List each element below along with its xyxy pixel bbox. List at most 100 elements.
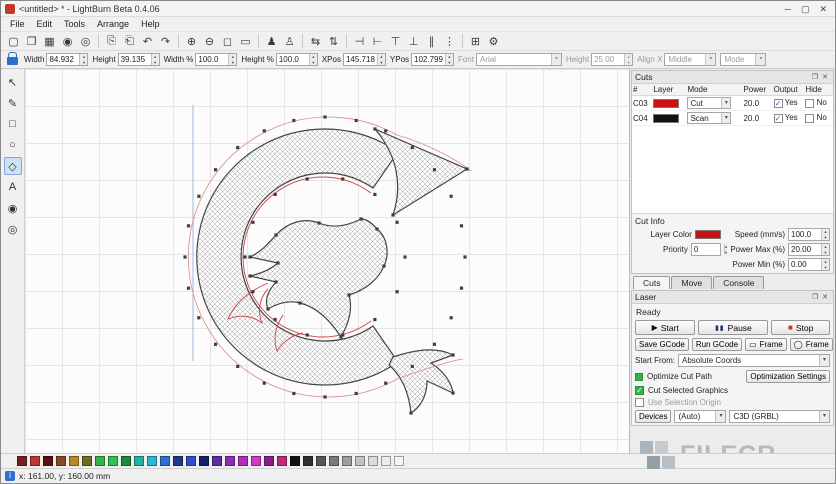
- text-mode-combo[interactable]: Mode▾: [720, 53, 766, 66]
- align-x-combo[interactable]: Middle▾: [664, 53, 716, 66]
- new-file-icon[interactable]: ▢: [5, 33, 22, 49]
- zoom-in-icon[interactable]: ⊕: [183, 33, 200, 49]
- export-icon[interactable]: ◎: [77, 33, 94, 49]
- align-top-icon[interactable]: ⊤: [387, 33, 404, 49]
- palette-swatch[interactable]: [381, 456, 391, 466]
- font-height-input[interactable]: 25.00 ▴▾: [591, 53, 633, 66]
- xpos-input[interactable]: 145.718▴▾: [343, 53, 386, 66]
- menu-tools[interactable]: Tools: [59, 18, 90, 30]
- frame-rect-button[interactable]: ▭Frame: [745, 338, 787, 351]
- distribute-horizontal-icon[interactable]: ∥: [423, 33, 440, 49]
- dragon-arrowhead[interactable]: [375, 129, 467, 215]
- power-max-input[interactable]: 20.00▴▾: [788, 243, 830, 256]
- palette-swatch[interactable]: [30, 456, 40, 466]
- palette-swatch[interactable]: [56, 456, 66, 466]
- optimization-settings-button[interactable]: Optimization Settings: [746, 370, 830, 383]
- cuts-empty-area[interactable]: [632, 126, 833, 214]
- undo-icon[interactable]: ↶: [139, 33, 156, 49]
- copy-icon[interactable]: ⎘: [103, 33, 120, 49]
- design-canvas[interactable]: [25, 69, 629, 453]
- palette-swatch[interactable]: [199, 456, 209, 466]
- palette-swatch[interactable]: [212, 456, 222, 466]
- open-file-icon[interactable]: ❐: [23, 33, 40, 49]
- device-name-combo[interactable]: C3D (GRBL)▾: [729, 410, 830, 423]
- zoom-out-icon[interactable]: ⊖: [201, 33, 218, 49]
- start-from-combo[interactable]: Absolute Coords▾: [678, 354, 830, 367]
- draw-lines-tool[interactable]: ✎: [4, 94, 22, 112]
- rectangle-tool[interactable]: □: [4, 115, 22, 133]
- layer-power[interactable]: 20.0: [743, 99, 759, 108]
- lock-aspect-icon[interactable]: [7, 57, 18, 65]
- cuts-close-icon[interactable]: ✕: [820, 73, 830, 81]
- align-bottom-icon[interactable]: ⊥: [405, 33, 422, 49]
- dragon-head[interactable]: [250, 219, 387, 337]
- palette-swatch[interactable]: [394, 456, 404, 466]
- device-auto-combo[interactable]: (Auto)▾: [674, 410, 726, 423]
- palette-swatch[interactable]: [147, 456, 157, 466]
- palette-swatch[interactable]: [173, 456, 183, 466]
- palette-swatch[interactable]: [368, 456, 378, 466]
- palette-swatch[interactable]: [108, 456, 118, 466]
- move-laser-icon[interactable]: ♟: [263, 33, 280, 49]
- menu-help[interactable]: Help: [136, 18, 165, 30]
- devices-button[interactable]: Devices: [635, 410, 671, 423]
- import-icon[interactable]: ◉: [59, 33, 76, 49]
- palette-swatch[interactable]: [121, 456, 131, 466]
- font-combo[interactable]: Arial▾: [476, 53, 562, 66]
- minimize-button[interactable]: ─: [785, 4, 791, 14]
- palette-swatch[interactable]: [342, 456, 352, 466]
- power-min-input[interactable]: 0.00▴▾: [788, 258, 830, 271]
- palette-swatch[interactable]: [95, 456, 105, 466]
- palette-swatch[interactable]: [355, 456, 365, 466]
- tab-move[interactable]: Move: [671, 276, 712, 289]
- hide-checkbox[interactable]: [805, 114, 814, 123]
- save-file-icon[interactable]: ▦: [41, 33, 58, 49]
- output-checkbox[interactable]: [774, 114, 783, 123]
- flip-vertical-icon[interactable]: ⇅: [325, 33, 342, 49]
- maximize-button[interactable]: ▢: [801, 4, 810, 14]
- cut-selected-checkbox[interactable]: [635, 386, 644, 395]
- position-tool[interactable]: ◉: [4, 199, 22, 217]
- pause-button[interactable]: ▮▮Pause: [698, 320, 768, 335]
- palette-swatch[interactable]: [69, 456, 79, 466]
- cuts-float-icon[interactable]: ❐: [810, 73, 820, 81]
- menu-edit[interactable]: Edit: [32, 18, 58, 30]
- align-left-icon[interactable]: ⊣: [351, 33, 368, 49]
- optimize-indicator[interactable]: [635, 373, 643, 381]
- text-tool[interactable]: A: [4, 178, 22, 196]
- grid-array-icon[interactable]: ⊞: [467, 33, 484, 49]
- close-button[interactable]: ✕: [819, 4, 827, 14]
- ellipse-tool[interactable]: ○: [4, 136, 22, 154]
- width-pct-input[interactable]: 100.0▴▾: [195, 53, 237, 66]
- palette-swatch[interactable]: [134, 456, 144, 466]
- output-checkbox[interactable]: [774, 99, 783, 108]
- ypos-input[interactable]: 102.799▴▾: [411, 53, 454, 66]
- redo-icon[interactable]: ↷: [157, 33, 174, 49]
- palette-swatch[interactable]: [277, 456, 287, 466]
- device-settings-icon[interactable]: ⚙: [485, 33, 502, 49]
- frame-circle-button[interactable]: ◯Frame: [790, 338, 833, 351]
- start-button[interactable]: ▶Start: [635, 320, 695, 335]
- stop-button[interactable]: ■Stop: [771, 320, 830, 335]
- palette-swatch[interactable]: [303, 456, 313, 466]
- tab-cuts[interactable]: Cuts: [633, 276, 670, 289]
- hide-checkbox[interactable]: [805, 99, 814, 108]
- width-input[interactable]: 84.932▴▾: [46, 53, 88, 66]
- palette-swatch[interactable]: [251, 456, 261, 466]
- menu-file[interactable]: File: [5, 18, 30, 30]
- use-selection-origin-checkbox[interactable]: [635, 398, 644, 407]
- palette-swatch[interactable]: [17, 456, 27, 466]
- palette-swatch[interactable]: [82, 456, 92, 466]
- flip-horizontal-icon[interactable]: ⇆: [307, 33, 324, 49]
- menu-arrange[interactable]: Arrange: [92, 18, 134, 30]
- dragon-tail[interactable]: [389, 350, 453, 413]
- speed-input[interactable]: 100.0▴▾: [788, 228, 830, 241]
- palette-swatch[interactable]: [316, 456, 326, 466]
- align-right-icon[interactable]: ⊢: [369, 33, 386, 49]
- palette-swatch[interactable]: [160, 456, 170, 466]
- palette-swatch[interactable]: [290, 456, 300, 466]
- priority-input[interactable]: 0▴▾: [691, 243, 721, 256]
- offset-tool[interactable]: ◎: [4, 220, 22, 238]
- save-gcode-button[interactable]: Save GCode: [635, 338, 689, 351]
- layer-mode-combo[interactable]: Scan▾: [687, 112, 731, 124]
